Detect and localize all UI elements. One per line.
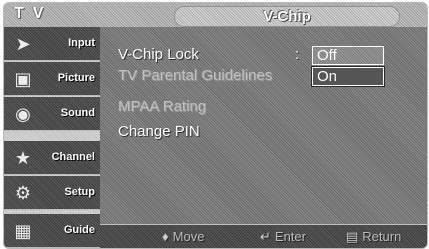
sidebar-item-label: Picture	[57, 72, 95, 84]
sidebar-item-label: Setup	[64, 186, 95, 198]
enter-icon: ↵	[260, 229, 271, 244]
guide-icon: ▦	[14, 221, 32, 241]
menu-item-mpaa-rating: MPAA Rating	[118, 98, 207, 115]
sidebar-item-picture[interactable]: ▣ Picture	[4, 62, 100, 96]
setup-icon: ⚙	[14, 183, 32, 203]
sidebar-item-label: Channel	[51, 151, 95, 163]
page-title: V-Chip	[263, 8, 311, 25]
osd-menu: TV V-Chip ➤ Input ▣ Picture ◉ Sound ★ Ch…	[3, 2, 428, 249]
menu-item-vchip-lock[interactable]: V-Chip Lock	[118, 46, 199, 64]
hint-enter: ↵ Enter	[260, 227, 306, 247]
sidebar-item-label: Input	[68, 37, 95, 49]
sidebar-item-guide[interactable]: ▦ Guide	[4, 214, 100, 248]
option-off[interactable]: Off	[312, 46, 384, 65]
return-icon: ▤	[346, 229, 359, 244]
menu-item-change-pin[interactable]: Change PIN	[118, 123, 200, 141]
menu-item-tv-parental-guidelines: TV Parental Guidelines	[118, 67, 273, 84]
value-separator: :	[295, 46, 300, 63]
picture-icon: ▣	[14, 69, 32, 89]
title-bar: TV V-Chip	[4, 3, 427, 27]
sidebar-item-input[interactable]: ➤ Input	[4, 27, 100, 61]
sidebar: ➤ Input ▣ Picture ◉ Sound ★ Channel ⚙ Se…	[4, 27, 100, 248]
hint-return: ▤ Return	[346, 227, 401, 247]
input-icon: ➤	[15, 34, 31, 54]
help-bar: ♦ Move ↵ Enter ▤ Return	[100, 224, 427, 248]
title-pill: V-Chip	[174, 6, 400, 27]
hint-label: Return	[362, 229, 402, 244]
sound-icon: ◉	[15, 104, 31, 124]
vchip-panel: V-Chip Lock TV Parental Guidelines MPAA …	[100, 27, 427, 224]
hint-label: Enter	[274, 229, 306, 244]
hint-move: ♦ Move	[162, 227, 204, 247]
source-label: TV	[14, 5, 53, 22]
channel-icon: ★	[14, 148, 32, 168]
sidebar-item-channel[interactable]: ★ Channel	[4, 141, 100, 175]
option-on[interactable]: On	[311, 66, 385, 87]
hint-label: Move	[172, 229, 205, 244]
move-icon: ♦	[162, 229, 169, 244]
sidebar-item-label: Guide	[63, 224, 95, 236]
sidebar-item-setup[interactable]: ⚙ Setup	[4, 176, 100, 210]
sidebar-item-sound[interactable]: ◉ Sound	[4, 97, 100, 131]
sidebar-item-label: Sound	[60, 107, 95, 119]
